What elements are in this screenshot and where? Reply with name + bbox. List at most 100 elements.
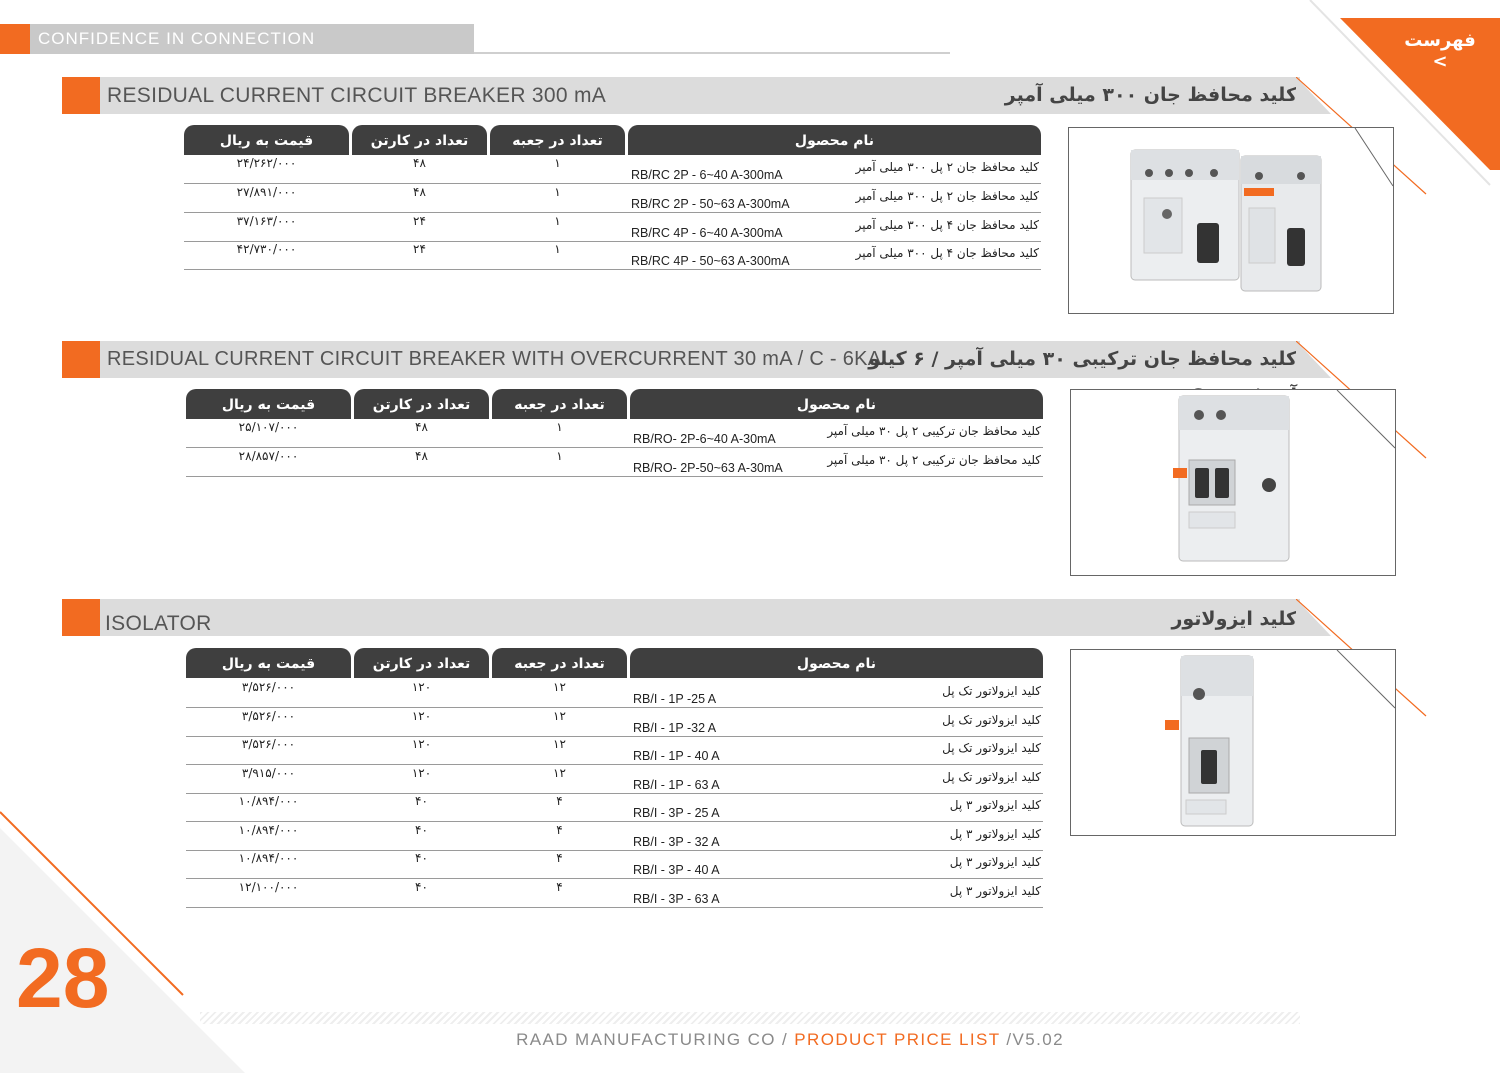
per-carton-cell: ۱۲۰ bbox=[411, 709, 432, 723]
per-carton-cell: ۴۸ bbox=[415, 449, 428, 463]
table-row: ۱۰/۸۹۴/۰۰۰ ۴۰ ۴ RB/I - 3P - 32 A کلید ای… bbox=[186, 822, 1043, 851]
product-code: RB/RO- 2P-50~63 A-30mA bbox=[633, 461, 783, 475]
price-cell: ۴۲/۷۳۰/۰۰۰ bbox=[236, 242, 297, 256]
product-code: RB/RC 2P - 50~63 A-300mA bbox=[631, 197, 790, 211]
product-image-rccb-300ma bbox=[1068, 127, 1394, 314]
price-cell: ۳/۵۲۶/۰۰۰ bbox=[241, 680, 296, 694]
per-carton-cell: ۱۲۰ bbox=[411, 737, 432, 751]
col-header-name: نام محصول bbox=[628, 125, 1041, 155]
per-carton-cell: ۴۸ bbox=[413, 156, 426, 170]
product-code: RB/I - 3P - 32 A bbox=[633, 835, 720, 849]
product-name: کلید ایزولاتور تک پل bbox=[942, 713, 1041, 727]
header-rule bbox=[474, 52, 950, 54]
price-cell: ۳/۵۲۶/۰۰۰ bbox=[241, 737, 296, 751]
product-name: کلید محافظ جان ۲ پل ۳۰۰ میلی آمپر bbox=[855, 189, 1039, 203]
per-box-cell: ۱ bbox=[556, 449, 563, 463]
product-code: RB/RO- 2P-6~40 A-30mA bbox=[633, 432, 776, 446]
product-name: کلید ایزولاتور ۳ پل bbox=[949, 884, 1041, 898]
section-accent-square bbox=[62, 341, 100, 378]
table-row: ۱۰/۸۹۴/۰۰۰ ۴۰ ۴ RB/I - 3P - 25 A کلید ای… bbox=[186, 793, 1043, 822]
product-illustration bbox=[1130, 128, 1393, 292]
product-name: کلید محافظ جان ۴ پل ۳۰۰ میلی آمپر bbox=[855, 218, 1039, 232]
product-name: کلید ایزولاتور ۳ پل bbox=[949, 855, 1041, 869]
product-image-isolator bbox=[1070, 649, 1396, 836]
section-title-en: ISOLATOR bbox=[105, 612, 212, 635]
product-name: کلید محافظ جان ۴ پل ۳۰۰ میلی آمپر bbox=[855, 246, 1039, 260]
tagline: CONFIDENCE IN CONNECTION bbox=[38, 29, 316, 48]
table-row: ۴۲/۷۳۰/۰۰۰ ۲۴ ۱ RB/RC 4P - 50~63 A-300mA… bbox=[184, 241, 1041, 270]
per-carton-cell: ۲۴ bbox=[413, 242, 426, 256]
product-code: RB/I - 3P - 63 A bbox=[633, 892, 720, 906]
product-name: کلید محافظ جان ترکیبی ۲ پل ۳۰ میلی آمپر bbox=[827, 424, 1041, 438]
product-name: کلید ایزولاتور ۳ پل bbox=[949, 798, 1041, 812]
per-box-cell: ۴ bbox=[556, 880, 563, 894]
section-title-en: RESIDUAL CURRENT CIRCUIT BREAKER WITH OV… bbox=[107, 348, 882, 370]
price-cell: ۲۵/۱۰۷/۰۰۰ bbox=[238, 420, 299, 434]
per-box-cell: ۱۲ bbox=[553, 737, 566, 751]
per-carton-cell: ۴۰ bbox=[415, 851, 428, 865]
section-band: RESIDUAL CURRENT CIRCUIT BREAKER WITH OV… bbox=[100, 341, 1300, 407]
per-box-cell: ۱ bbox=[556, 420, 563, 434]
table-row: ۲۴/۲۶۲/۰۰۰ ۴۸ ۱ RB/RC 2P - 6~40 A-300mA … bbox=[184, 155, 1041, 184]
col-header-price: قیمت به ریال bbox=[184, 125, 349, 155]
per-box-cell: ۴ bbox=[556, 823, 563, 837]
section-title-fa: کلید ایزولاتور bbox=[1171, 608, 1297, 630]
col-header-price: قیمت به ریال bbox=[186, 648, 351, 678]
price-cell: ۲۸/۸۵۷/۰۰۰ bbox=[238, 449, 299, 463]
product-code: RB/RC 2P - 6~40 A-300mA bbox=[631, 168, 783, 182]
col-header-per-carton: تعداد در کارتن bbox=[352, 125, 487, 155]
section-accent-square bbox=[62, 599, 100, 636]
footer: RAAD MANUFACTURING CO / PRODUCT PRICE LI… bbox=[450, 1030, 1130, 1050]
product-code: RB/I - 3P - 25 A bbox=[633, 806, 720, 820]
per-box-cell: ۱ bbox=[554, 242, 561, 256]
per-carton-cell: ۴۸ bbox=[413, 185, 426, 199]
col-header-per-box: تعداد در جعبه bbox=[492, 389, 627, 419]
per-box-cell: ۱۲ bbox=[553, 680, 566, 694]
product-code: RB/RC 4P - 50~63 A-300mA bbox=[631, 254, 790, 268]
col-header-name: نام محصول bbox=[630, 389, 1043, 419]
price-cell: ۳/۹۱۵/۰۰۰ bbox=[241, 766, 296, 780]
col-header-per-box: تعداد در جعبه bbox=[492, 648, 627, 678]
col-header-name: نام محصول bbox=[630, 648, 1043, 678]
product-name: کلید ایزولاتور تک پل bbox=[942, 741, 1041, 755]
per-box-cell: ۱ bbox=[554, 185, 561, 199]
col-header-per-box: تعداد در جعبه bbox=[490, 125, 625, 155]
footer-doc-title: PRODUCT PRICE LIST bbox=[794, 1030, 1001, 1049]
table-row: ۲۸/۸۵۷/۰۰۰ ۴۸ ۱ RB/RO- 2P-50~63 A-30mA ک… bbox=[186, 448, 1043, 477]
header-tagline-bar: CONFIDENCE IN CONNECTION bbox=[30, 24, 474, 54]
price-cell: ۲۷/۸۹۱/۰۰۰ bbox=[236, 185, 297, 199]
per-carton-cell: ۴۸ bbox=[415, 420, 428, 434]
per-box-cell: ۴ bbox=[556, 851, 563, 865]
table-row: ۳/۵۲۶/۰۰۰ ۱۲۰ ۱۲ RB/I - 1P -25 A کلید ای… bbox=[186, 679, 1043, 708]
header-accent-square bbox=[0, 24, 30, 54]
col-header-price: قیمت به ریال bbox=[186, 389, 351, 419]
product-name: کلید ایزولاتور تک پل bbox=[942, 684, 1041, 698]
footer-version: /V5.02 bbox=[1006, 1030, 1064, 1049]
product-code: RB/I - 1P -32 A bbox=[633, 721, 717, 735]
section-band: RESIDUAL CURRENT CIRCUIT BREAKER 300 mA … bbox=[100, 77, 1300, 114]
page-number: 28 bbox=[16, 931, 110, 1025]
product-image-rcbo bbox=[1070, 389, 1396, 576]
product-code: RB/I - 1P - 63 A bbox=[633, 778, 720, 792]
col-header-per-carton: تعداد در کارتن bbox=[354, 648, 489, 678]
per-carton-cell: ۴۰ bbox=[415, 880, 428, 894]
section-title-fa: کلید محافظ جان ۳۰۰ میلی آمپر bbox=[1004, 84, 1297, 106]
price-cell: ۲۴/۲۶۲/۰۰۰ bbox=[236, 156, 297, 170]
col-header-per-carton: تعداد در کارتن bbox=[354, 389, 489, 419]
table-row: ۳/۹۱۵/۰۰۰ ۱۲۰ ۱۲ RB/I - 1P - 63 A کلید ا… bbox=[186, 765, 1043, 794]
per-box-cell: ۴ bbox=[556, 794, 563, 808]
per-carton-cell: ۱۲۰ bbox=[411, 680, 432, 694]
product-code: RB/I - 1P -25 A bbox=[633, 692, 717, 706]
section-band: ISOLATOR کلید ایزولاتور bbox=[100, 599, 1300, 636]
per-box-cell: ۱ bbox=[554, 156, 561, 170]
footer-company: RAAD MANUFACTURING CO / bbox=[516, 1030, 789, 1049]
product-name: کلید ایزولاتور تک پل bbox=[942, 770, 1041, 784]
table-row: ۳/۵۲۶/۰۰۰ ۱۲۰ ۱۲ RB/I - 1P -32 A کلید ای… bbox=[186, 708, 1043, 737]
product-code: RB/I - 1P - 40 A bbox=[633, 749, 720, 763]
table-row: ۱۰/۸۹۴/۰۰۰ ۴۰ ۴ RB/I - 3P - 40 A کلید ای… bbox=[186, 850, 1043, 879]
per-box-cell: ۱۲ bbox=[553, 766, 566, 780]
index-link[interactable]: فهرست > bbox=[1395, 30, 1485, 72]
price-cell: ۳/۵۲۶/۰۰۰ bbox=[241, 709, 296, 723]
per-carton-cell: ۴۰ bbox=[415, 794, 428, 808]
product-illustration bbox=[1165, 650, 1395, 827]
